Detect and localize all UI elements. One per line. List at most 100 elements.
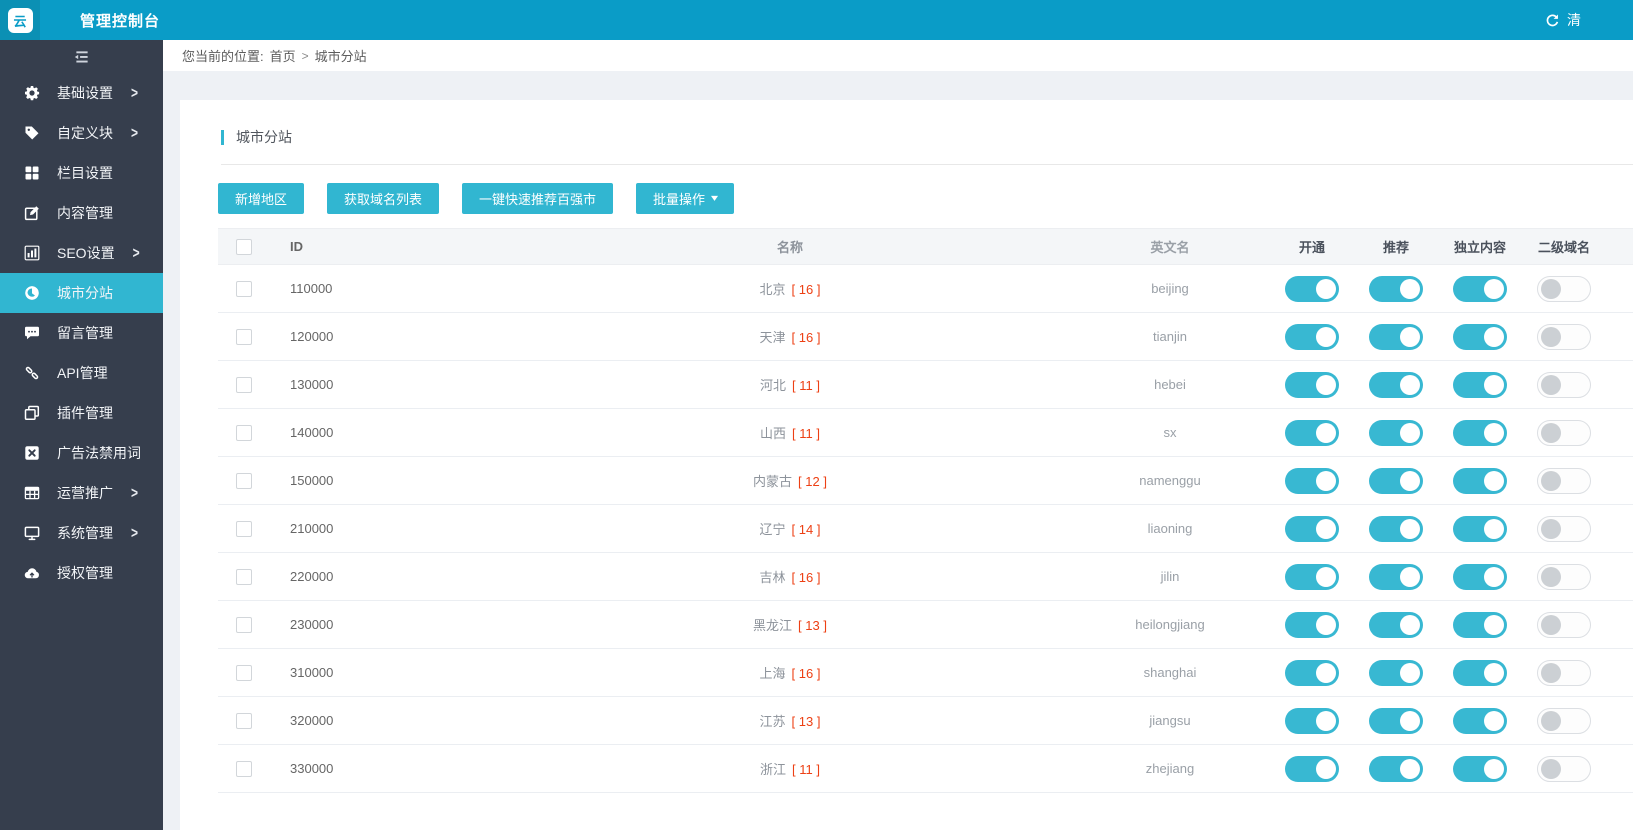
toolbar-button[interactable]: 一键快速推荐百强市 (462, 183, 613, 214)
subdomain-toggle[interactable] (1537, 660, 1591, 686)
recommend-toggle[interactable] (1369, 324, 1423, 350)
subdomain-toggle[interactable] (1537, 276, 1591, 302)
refresh-icon (1545, 13, 1560, 28)
row-checkbox[interactable] (236, 377, 252, 393)
table-row: 330000 浙江[ 11 ] zhejiang (218, 745, 1633, 793)
chevron-right-icon: > (131, 524, 138, 542)
sidebar-item[interactable]: 内容管理 (0, 193, 163, 233)
open-toggle[interactable] (1285, 516, 1339, 542)
cell-name: 黑龙江[ 13 ] (510, 615, 1070, 634)
toolbar-button[interactable]: 获取域名列表 (327, 183, 439, 214)
subdomain-toggle[interactable] (1537, 324, 1591, 350)
row-checkbox[interactable] (236, 425, 252, 441)
recommend-toggle[interactable] (1369, 468, 1423, 494)
menu-fold-icon[interactable] (73, 48, 91, 66)
cell-name: 吉林[ 16 ] (510, 567, 1070, 586)
table-row: 150000 内蒙古[ 12 ] namenggu (218, 457, 1633, 505)
toolbar-button-label: 一键快速推荐百强市 (479, 189, 596, 208)
recommend-toggle[interactable] (1369, 564, 1423, 590)
row-checkbox[interactable] (236, 617, 252, 633)
open-toggle[interactable] (1285, 468, 1339, 494)
main-content: 您当前的位置: 首页 > 城市分站 城市分站 新增地区 获取域名列表 (163, 40, 1633, 830)
row-checkbox[interactable] (236, 569, 252, 585)
open-toggle[interactable] (1285, 756, 1339, 782)
subdomain-toggle[interactable] (1537, 708, 1591, 734)
sidebar-item[interactable]: 运营推广 > (0, 473, 163, 513)
sidebar-item[interactable]: 留言管理 (0, 313, 163, 353)
caret-down-icon: ▾ (711, 193, 718, 204)
open-toggle[interactable] (1285, 708, 1339, 734)
logo-block[interactable]: 云 (0, 0, 40, 40)
independent-content-toggle[interactable] (1453, 324, 1507, 350)
subdomain-toggle[interactable] (1537, 564, 1591, 590)
cell-english-name: jiangsu (1070, 713, 1270, 728)
row-checkbox[interactable] (236, 713, 252, 729)
row-checkbox[interactable] (236, 761, 252, 777)
independent-content-toggle[interactable] (1453, 276, 1507, 302)
open-toggle[interactable] (1285, 564, 1339, 590)
subdomain-toggle[interactable] (1537, 468, 1591, 494)
header-id: ID (270, 239, 510, 254)
recommend-toggle[interactable] (1369, 660, 1423, 686)
sidebar-item[interactable]: 系统管理 > (0, 513, 163, 553)
sidebar-item-label: SEO设置 (57, 243, 115, 263)
sidebar-item-icon (23, 165, 40, 182)
chevron-right-icon: > (131, 84, 138, 102)
independent-content-toggle[interactable] (1453, 708, 1507, 734)
row-checkbox[interactable] (236, 329, 252, 345)
recommend-toggle[interactable] (1369, 708, 1423, 734)
independent-content-toggle[interactable] (1453, 612, 1507, 638)
sidebar-item-label: 自定义块 (57, 123, 113, 143)
recommend-toggle[interactable] (1369, 420, 1423, 446)
recommend-toggle[interactable] (1369, 756, 1423, 782)
recommend-toggle[interactable] (1369, 372, 1423, 398)
independent-content-toggle[interactable] (1453, 372, 1507, 398)
breadcrumb-home[interactable]: 首页 (270, 46, 296, 65)
subdomain-toggle[interactable] (1537, 516, 1591, 542)
subdomain-toggle[interactable] (1537, 372, 1591, 398)
sidebar-item[interactable]: API管理 (0, 353, 163, 393)
sidebar-item[interactable]: 授权管理 (0, 553, 163, 593)
sidebar-item[interactable]: 栏目设置 (0, 153, 163, 193)
subdomain-toggle[interactable] (1537, 612, 1591, 638)
recommend-toggle[interactable] (1369, 516, 1423, 542)
independent-content-toggle[interactable] (1453, 660, 1507, 686)
sidebar-item[interactable]: 基础设置 > (0, 73, 163, 113)
sidebar-item[interactable]: 自定义块 > (0, 113, 163, 153)
chevron-right-icon: > (133, 244, 140, 262)
sidebar-item[interactable]: SEO设置 > (0, 233, 163, 273)
sidebar-item[interactable]: 插件管理 (0, 393, 163, 433)
open-toggle[interactable] (1285, 276, 1339, 302)
toolbar-button[interactable]: 新增地区 (218, 183, 304, 214)
select-all-checkbox[interactable] (236, 239, 252, 255)
row-checkbox[interactable] (236, 473, 252, 489)
independent-content-toggle[interactable] (1453, 564, 1507, 590)
sidebar-item-label: 系统管理 (57, 523, 113, 543)
subdomain-toggle[interactable] (1537, 420, 1591, 446)
cell-english-name: zhejiang (1070, 761, 1270, 776)
subdomain-toggle[interactable] (1537, 756, 1591, 782)
independent-content-toggle[interactable] (1453, 516, 1507, 542)
independent-content-toggle[interactable] (1453, 756, 1507, 782)
breadcrumb-current: 城市分站 (315, 46, 367, 65)
sidebar-item[interactable]: 城市分站 (0, 273, 163, 313)
independent-content-toggle[interactable] (1453, 420, 1507, 446)
sidebar-item[interactable]: 广告法禁用词 (0, 433, 163, 473)
row-checkbox[interactable] (236, 521, 252, 537)
open-toggle[interactable] (1285, 612, 1339, 638)
row-checkbox[interactable] (236, 281, 252, 297)
table-row: 110000 北京[ 16 ] beijing (218, 265, 1633, 313)
clear-cache-link[interactable]: 清 (1545, 0, 1581, 40)
recommend-toggle[interactable] (1369, 612, 1423, 638)
open-toggle[interactable] (1285, 372, 1339, 398)
row-checkbox[interactable] (236, 665, 252, 681)
toolbar-button[interactable]: 批量操作 ▾ (636, 183, 734, 214)
independent-content-toggle[interactable] (1453, 468, 1507, 494)
header-independent-content: 独立内容 (1438, 237, 1522, 256)
recommend-toggle[interactable] (1369, 276, 1423, 302)
cell-english-name: heilongjiang (1070, 617, 1270, 632)
table-header-row: ID 名称 英文名 开通 推荐 独立内容 二级域名 (218, 228, 1633, 265)
open-toggle[interactable] (1285, 660, 1339, 686)
open-toggle[interactable] (1285, 324, 1339, 350)
open-toggle[interactable] (1285, 420, 1339, 446)
